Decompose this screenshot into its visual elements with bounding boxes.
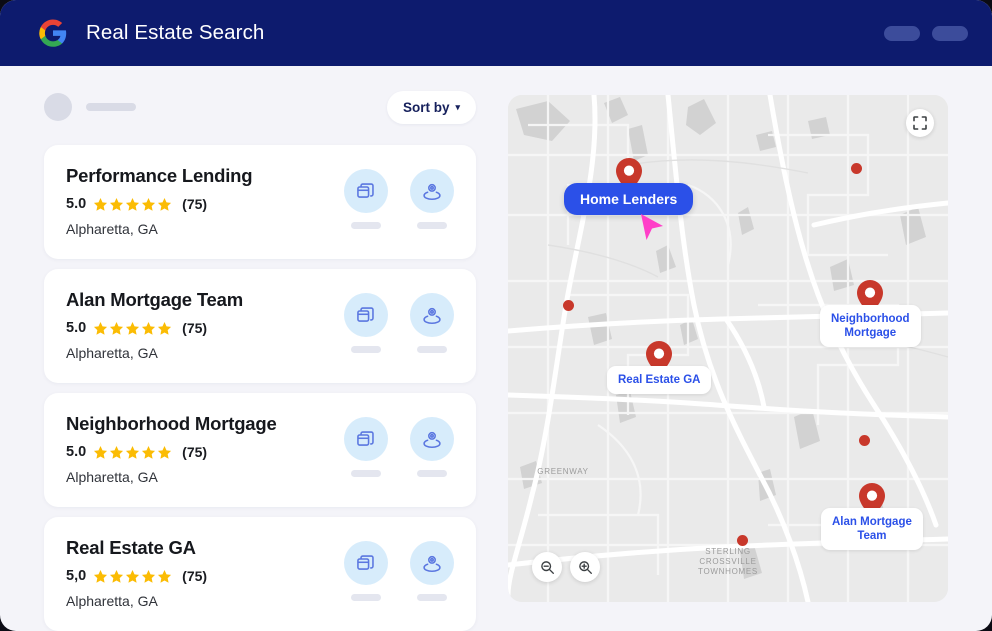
review-count: (75) xyxy=(182,568,208,584)
rating-value: 5.0 xyxy=(66,196,87,212)
header-placeholder-pill-1[interactable] xyxy=(884,25,920,41)
review-count: (75) xyxy=(182,320,208,336)
chevron-down-icon: ▾ xyxy=(455,101,460,112)
sort-by-label: Sort by xyxy=(402,99,450,115)
review-count: (75) xyxy=(182,196,208,212)
action-label-placeholder xyxy=(351,222,381,229)
header-actions xyxy=(884,25,968,41)
listing-card[interactable]: Performance Lending 5.0 (75) Alpharetta, GA xyxy=(44,145,476,259)
rating-value: 5.0 xyxy=(66,320,87,336)
listing-card[interactable]: Neighborhood Mortgage 5.0 (75) Alpharetta, … xyxy=(44,393,476,507)
listing-action xyxy=(344,541,388,601)
review-count: (75) xyxy=(182,444,208,460)
zoom-in-button[interactable] xyxy=(570,552,600,582)
cards-stack-button[interactable] xyxy=(344,169,388,213)
list-toolbar: Sort by ▾ xyxy=(44,90,476,124)
app-title: Real Estate Search xyxy=(86,21,265,44)
listing-list: Performance Lending 5.0 (75) Alpharetta, GA… xyxy=(44,145,476,631)
cards-stack-button[interactable] xyxy=(344,541,388,585)
action-label-placeholder xyxy=(417,594,447,601)
map-dot-marker[interactable] xyxy=(563,300,574,311)
google-g-icon xyxy=(38,18,68,48)
map-marker-neighborhood-mortgage[interactable]: Neighborhood Mortgage xyxy=(820,280,921,347)
map-dot-marker[interactable] xyxy=(737,535,748,546)
zoom-out-button[interactable] xyxy=(532,552,562,582)
body-area: Sort by ▾ Performance Lending 5.0 (75) Alph… xyxy=(0,66,992,631)
map-marker-label: Neighborhood Mortgage xyxy=(820,305,921,347)
sort-by-button[interactable]: Sort by ▾ xyxy=(386,90,476,124)
listing-actions xyxy=(344,417,454,477)
rating-value: 5,0 xyxy=(66,568,87,584)
header-placeholder-pill-2[interactable] xyxy=(932,25,968,41)
action-label-placeholder xyxy=(417,470,447,477)
listing-action xyxy=(410,169,454,229)
map-marker-label: Real Estate GA xyxy=(607,366,712,394)
star-rating-icons xyxy=(93,197,172,212)
app-header: Real Estate Search xyxy=(0,0,992,66)
listing-actions xyxy=(344,169,454,229)
rating-value: 5.0 xyxy=(66,444,87,460)
map-dot-marker[interactable] xyxy=(859,435,870,446)
map-marker-alan-mortgage-team[interactable]: Alan Mortgage Team xyxy=(821,483,923,550)
map-marker-real-estate-ga[interactable]: Real Estate GA xyxy=(607,341,712,394)
map-dot-marker[interactable] xyxy=(851,163,862,174)
map-marker-home-lenders[interactable]: Home Lenders xyxy=(564,158,694,215)
text-placeholder xyxy=(86,103,136,111)
action-label-placeholder xyxy=(417,346,447,353)
avatar-placeholder xyxy=(44,93,72,121)
listing-card[interactable]: Real Estate GA 5,0 (75) Alpharetta, GA xyxy=(44,517,476,631)
fullscreen-icon xyxy=(913,116,927,130)
brand: Real Estate Search xyxy=(38,18,264,48)
listing-action xyxy=(410,293,454,353)
listing-actions xyxy=(344,541,454,601)
action-label-placeholder xyxy=(351,470,381,477)
location-pin-button[interactable] xyxy=(410,541,454,585)
star-rating-icons xyxy=(93,321,172,336)
listing-action xyxy=(344,169,388,229)
listing-action xyxy=(410,417,454,477)
map-marker-label: Home Lenders xyxy=(564,183,694,215)
results-panel: Sort by ▾ Performance Lending 5.0 (75) Alph… xyxy=(0,66,500,631)
app-window: Real Estate Search Sort by ▾ Performance… xyxy=(0,0,992,631)
location-pin-button[interactable] xyxy=(410,293,454,337)
zoom-out-icon xyxy=(540,560,554,574)
listing-action xyxy=(344,293,388,353)
listing-actions xyxy=(344,293,454,353)
action-label-placeholder xyxy=(351,594,381,601)
cards-stack-button[interactable] xyxy=(344,417,388,461)
listing-action xyxy=(410,541,454,601)
cards-stack-button[interactable] xyxy=(344,293,388,337)
star-rating-icons xyxy=(93,445,172,460)
map-panel[interactable]: GREENWAY STERLING CROSSVILLE TOWNHOMES H… xyxy=(508,95,948,602)
action-label-placeholder xyxy=(417,222,447,229)
fullscreen-button[interactable] xyxy=(906,109,934,137)
action-label-placeholder xyxy=(351,346,381,353)
zoom-in-icon xyxy=(578,560,592,574)
location-pin-button[interactable] xyxy=(410,417,454,461)
listing-action xyxy=(344,417,388,477)
location-pin-button[interactable] xyxy=(410,169,454,213)
listing-card[interactable]: Alan Mortgage Team 5.0 (75) Alpharetta, GA xyxy=(44,269,476,383)
star-rating-icons xyxy=(93,569,172,584)
map-marker-label: Alan Mortgage Team xyxy=(821,508,923,550)
